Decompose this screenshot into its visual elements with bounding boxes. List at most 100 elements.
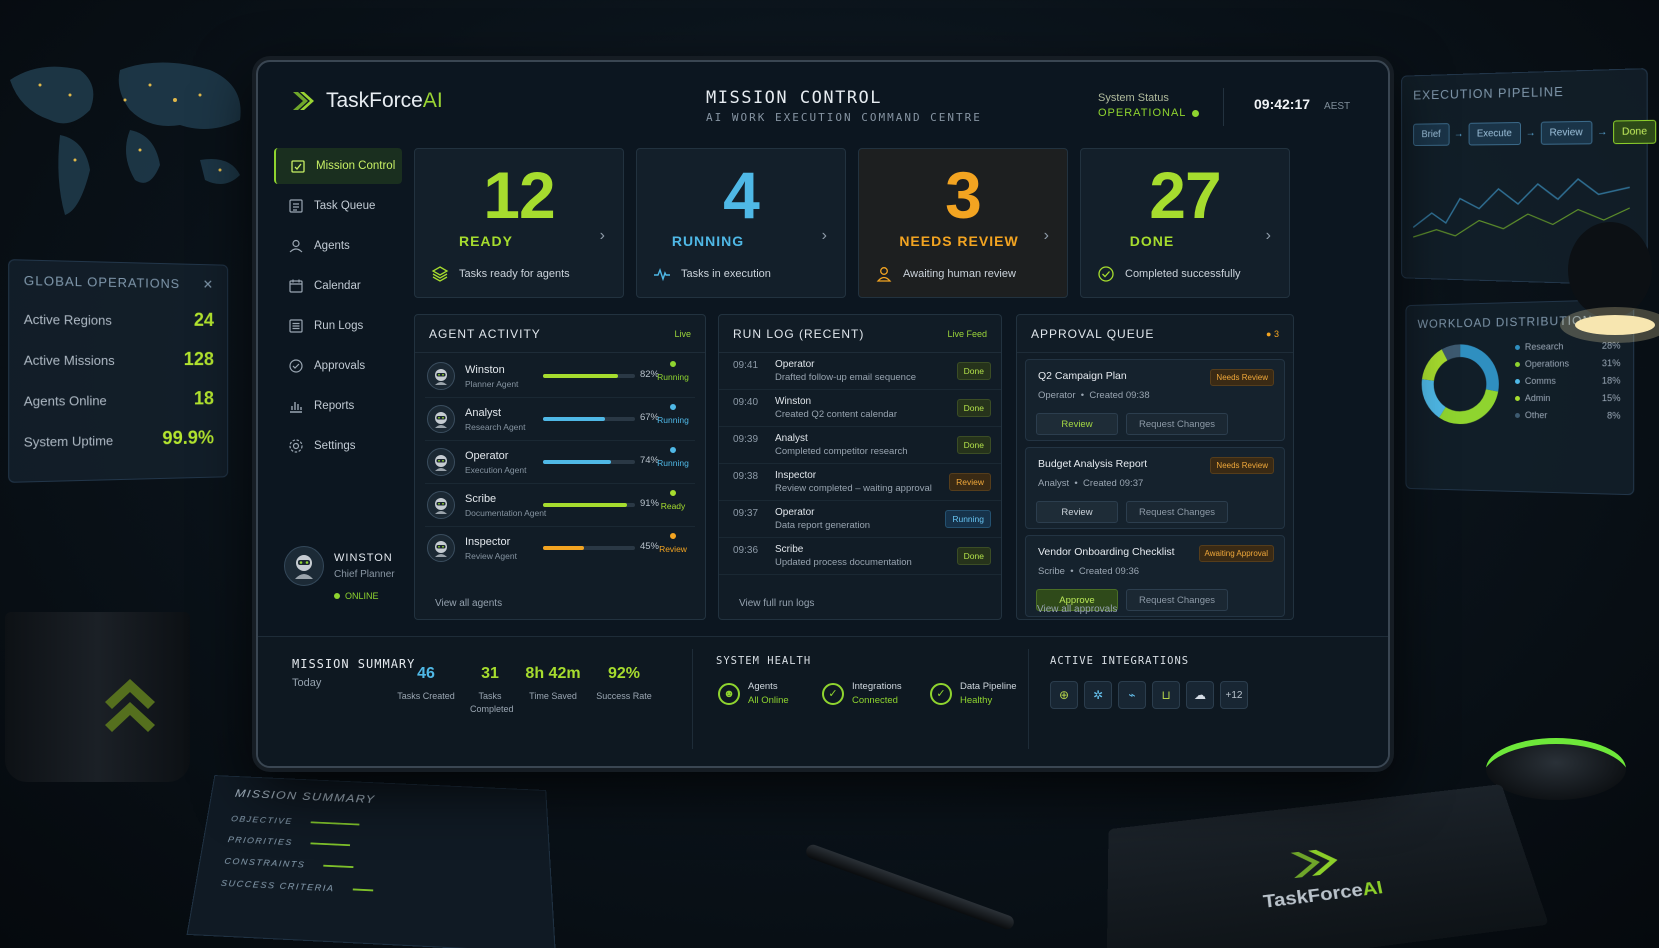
cloud-icon[interactable]: ☁ [1186, 681, 1214, 709]
approvals-icon [289, 359, 303, 373]
log-row[interactable]: 09:39 Analyst Completed competitor researc… [719, 427, 1001, 464]
status-badge: Awaiting Approval [1198, 545, 1274, 562]
sidebar-item-label: Mission Control [316, 160, 396, 172]
sidebar-item-settings[interactable]: Settings [274, 428, 402, 464]
gear-cluster-icon[interactable]: ✲ [1084, 681, 1112, 709]
summary-stat: 8h 42m Time Saved [525, 665, 581, 701]
more-integrations-button[interactable]: +12 [1220, 681, 1248, 709]
agent-row[interactable]: Scribe Documentation Agent 91% Ready [415, 484, 705, 526]
avatar [427, 448, 455, 476]
review-button[interactable]: Review [1036, 501, 1118, 523]
avatar [427, 405, 455, 433]
stat-card-needs-review[interactable]: 3 NEEDS REVIEW › Awaiting human review [858, 148, 1068, 298]
pipeline-step: Done [1612, 119, 1657, 145]
agent-name: Inspector [465, 535, 511, 548]
summary-stat: 92% Success Rate [596, 665, 652, 701]
status-dot-icon [670, 361, 676, 367]
plus-circle-icon[interactable]: ⊕ [1050, 681, 1078, 709]
agent-name: Winston [465, 363, 505, 376]
sidebar-nav: Mission Control Task Queue Agents Calend… [274, 148, 402, 468]
panel-title: AGENT ACTIVITY [429, 326, 541, 341]
global-operations-panel: GLOBAL OPERATIONS ✕ Active Regions 24 Acti… [8, 259, 229, 483]
approval-title: Vendor Onboarding Checklist [1038, 546, 1175, 558]
chevron-right-icon: › [1043, 227, 1049, 244]
robot-avatar-icon [295, 555, 313, 579]
agent-role: Review Agent [465, 550, 517, 561]
bottom-summary-bar: MISSION SUMMARY Today 46 Tasks Created 3… [258, 636, 1388, 766]
dashboard-screen: TaskForceAI MISSION CONTROL AI WORK EXEC… [256, 60, 1390, 768]
layers-icon [431, 266, 449, 282]
status-badge: Done [956, 436, 991, 454]
live-badge: Live [674, 328, 691, 339]
stat-card-running[interactable]: 4 RUNNING › Tasks in execution [636, 148, 846, 298]
link-icon[interactable]: ⌁ [1118, 681, 1146, 709]
paper-line: PRIORITIES [227, 835, 525, 858]
reports-icon [290, 402, 302, 413]
approval-meta: Analyst • Created 09:37 [1038, 478, 1144, 489]
profile-status: ONLINE [345, 591, 379, 601]
log-row[interactable]: 09:41 Operator Drafted follow-up email seq… [719, 353, 1001, 390]
smart-speaker [1486, 738, 1626, 800]
log-row[interactable]: 09:38 Inspector Review completed – waiting… [719, 464, 1001, 501]
stat-value: 27 [1149, 158, 1221, 232]
sidebar-item-task-queue[interactable]: Task Queue [274, 188, 402, 224]
log-row[interactable]: 09:37 Operator Data report generation Runni… [719, 501, 1001, 538]
health-item-integrations: ✓ Integrations Connected [822, 681, 902, 706]
stat-card-done[interactable]: 27 DONE › Completed successfully [1080, 148, 1290, 298]
agent-row[interactable]: Winston Planner Agent 82% Running [415, 355, 705, 397]
sidebar-item-reports[interactable]: Reports [274, 388, 402, 424]
avatar [427, 534, 455, 562]
agent-row[interactable]: Analyst Research Agent 67% Running [415, 398, 705, 440]
page-title-block: MISSION CONTROL AI WORK EXECUTION COMMAN… [706, 88, 982, 124]
view-all-approvals-link[interactable]: View all approvals [1037, 604, 1117, 615]
log-description: Updated process documentation [775, 557, 912, 568]
log-row[interactable]: 09:40 Winston Created Q2 content calendar D… [719, 390, 1001, 427]
sidebar-item-label: Run Logs [314, 320, 364, 332]
paper-line: SUCCESS CRITERIA [220, 878, 527, 902]
request-changes-button[interactable]: Request Changes [1126, 501, 1228, 523]
page-title: MISSION CONTROL [706, 88, 883, 108]
view-run-logs-link[interactable]: View full run logs [739, 598, 814, 609]
stat-subtitle: Awaiting human review [903, 268, 1016, 280]
agent-name: Operator [465, 449, 509, 462]
execution-pipeline-title: EXECUTION PIPELINE [1413, 83, 1564, 103]
chevron-right-icon: › [599, 227, 605, 244]
stat-label: RUNNING [671, 233, 745, 249]
robot-avatar-icon [435, 498, 447, 514]
agent-row[interactable]: Inspector Review Agent 45% Review [415, 527, 705, 569]
agent-row[interactable]: Operator Execution Agent 74% Running [415, 441, 705, 483]
sidebar-item-approvals[interactable]: Approvals [274, 348, 402, 384]
sidebar-item-calendar[interactable]: Calendar [274, 268, 402, 304]
stat-subtitle: Completed successfully [1125, 268, 1241, 280]
sidebar-item-run-logs[interactable]: Run Logs [274, 308, 402, 344]
request-changes-button[interactable]: Request Changes [1126, 589, 1228, 611]
global-ops-row: Active Missions 128 [23, 349, 214, 371]
sidebar-item-agents[interactable]: Agents [274, 228, 402, 264]
app-name: TaskForceAI [326, 89, 443, 112]
progress-fill [543, 460, 612, 464]
review-button[interactable]: Review [1036, 413, 1118, 435]
coffee-mug [5, 612, 190, 782]
agent-status: Running [651, 361, 695, 382]
log-agent: Operator [775, 507, 815, 518]
clock-timezone: AEST [1324, 101, 1351, 112]
avatar [427, 362, 455, 390]
user-profile[interactable]: WINSTON Chief Planner ONLINE [284, 546, 395, 601]
page-subtitle: AI WORK EXECUTION COMMAND CENTRE [706, 111, 982, 124]
app-logo[interactable]: TaskForceAI [290, 88, 443, 114]
view-all-agents-link[interactable]: View all agents [435, 598, 502, 609]
health-item-data-pipeline: ✓ Data Pipeline Healthy [930, 681, 1017, 706]
dot-icon: ● [1266, 328, 1272, 339]
chevron-logo-icon [105, 679, 155, 732]
sidebar-item-mission-control[interactable]: Mission Control [274, 148, 402, 184]
basket-icon[interactable]: ⊔ [1152, 681, 1180, 709]
request-changes-button[interactable]: Request Changes [1126, 413, 1228, 435]
summary-stat: 31 Tasks Completed [470, 665, 514, 714]
progress-fill [543, 417, 605, 421]
panel-title: APPROVAL QUEUE [1031, 326, 1155, 341]
header-divider [1223, 88, 1224, 126]
stat-card-ready[interactable]: 12 READY › Tasks ready for agents [414, 148, 624, 298]
log-row[interactable]: 09:36 Scribe Updated process documentation… [719, 538, 1001, 575]
paper-title: MISSION SUMMARY [234, 786, 376, 806]
stat-subtitle: Tasks ready for agents [459, 268, 570, 280]
